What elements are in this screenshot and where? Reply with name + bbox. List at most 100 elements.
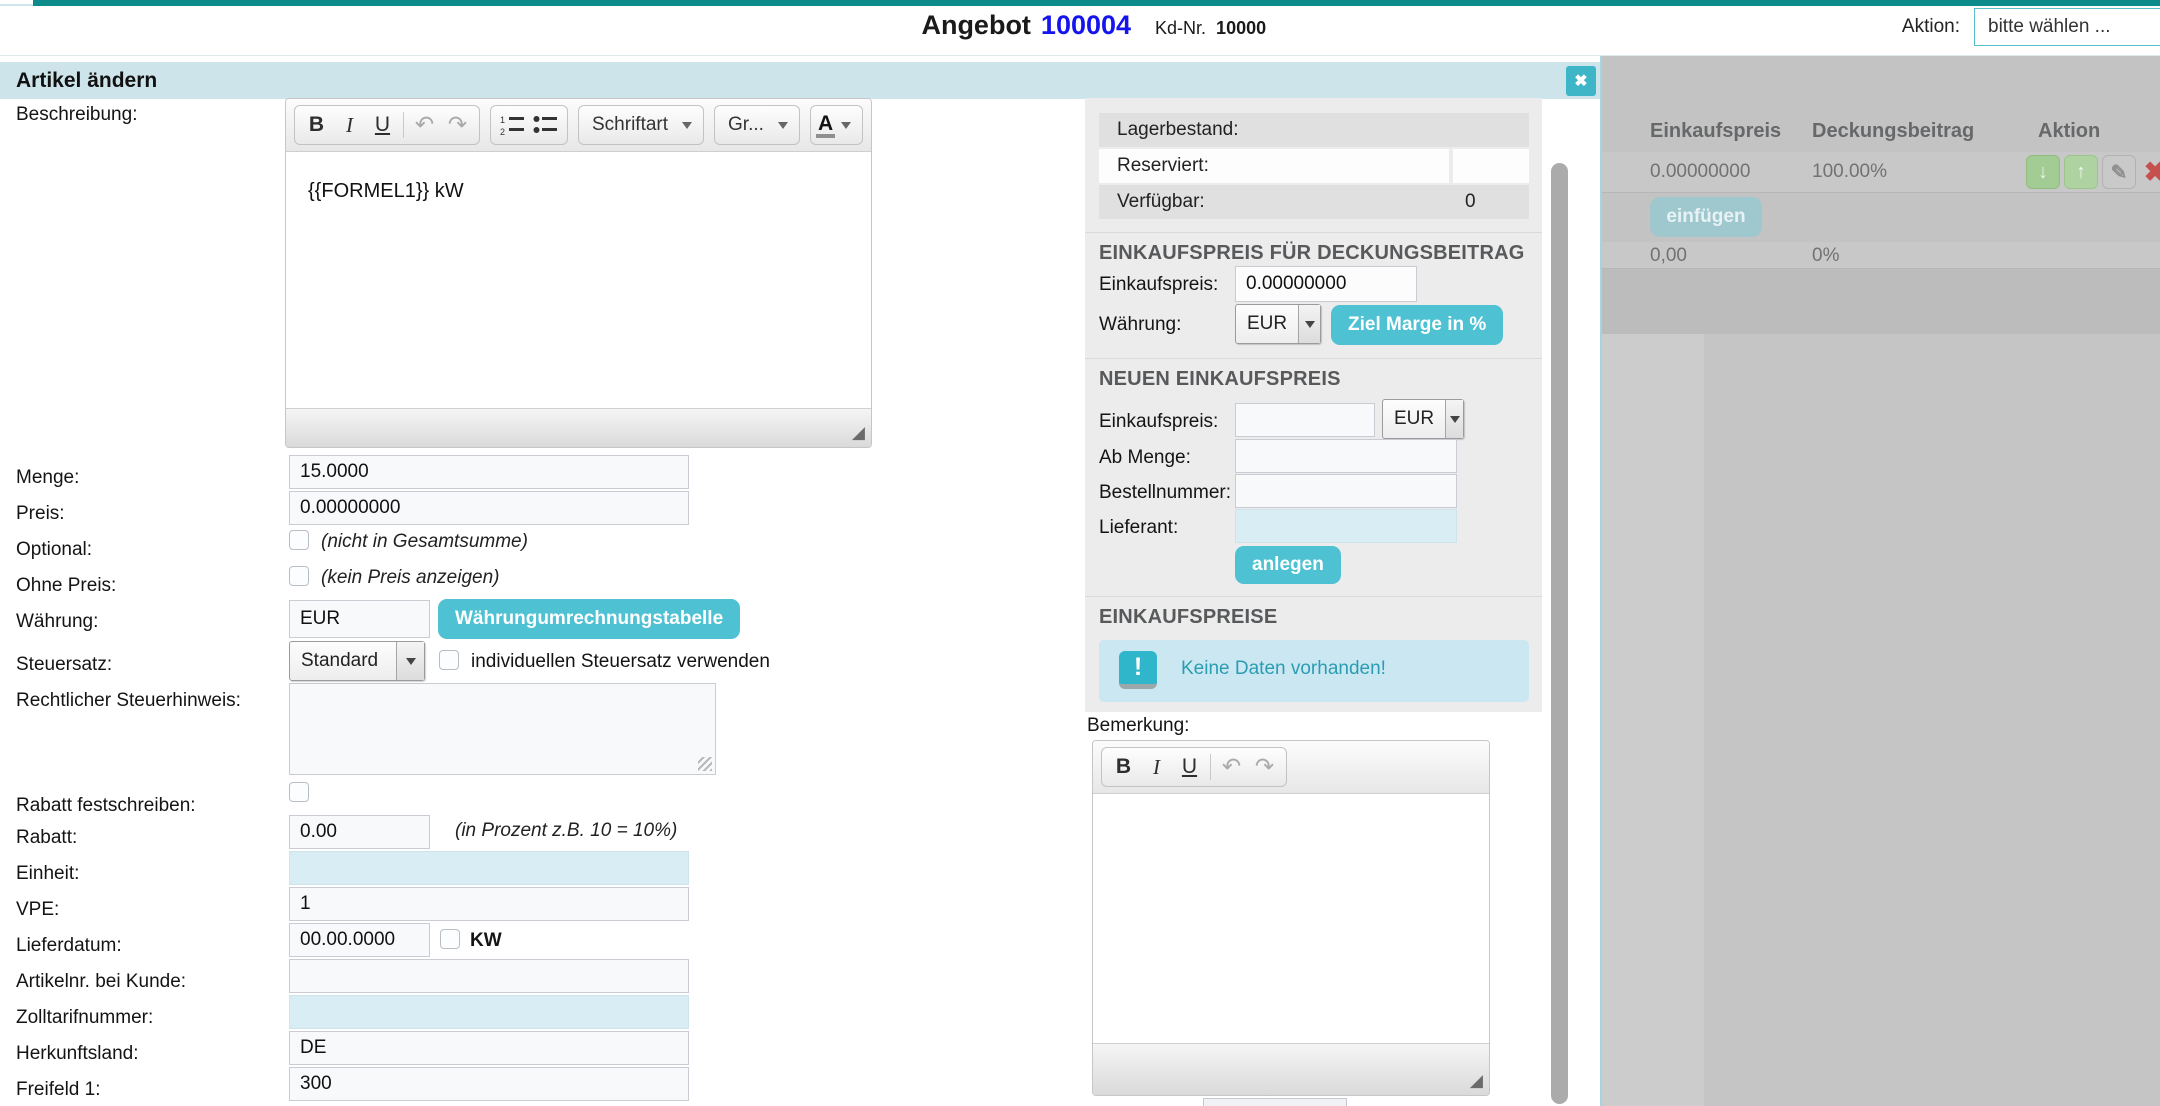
resize-handle-icon[interactable]: ◢	[852, 423, 865, 443]
resize-handle-icon[interactable]: ◢	[1470, 1071, 1483, 1091]
close-icon[interactable]: ✖	[1566, 66, 1596, 96]
action-select[interactable]: bitte wählen ...	[1974, 8, 2160, 46]
toolbar-separator	[1210, 754, 1211, 780]
zolltarif-input[interactable]	[289, 995, 689, 1029]
lieferdatum-label: Lieferdatum:	[16, 935, 122, 957]
verfuegbar-label: Verfügbar:	[1099, 185, 1449, 219]
bold-button[interactable]: B	[300, 108, 333, 142]
edit-icon[interactable]: ✎	[2102, 155, 2136, 189]
einfuegen-button[interactable]: einfügen	[1650, 197, 1762, 237]
font-family-dropdown[interactable]: Schriftart	[578, 105, 704, 145]
resize-handle-icon[interactable]	[698, 757, 712, 771]
steuersatz-label: Steuersatz:	[16, 654, 112, 676]
db-einkaufspreis-label: Einkaufspreis:	[1099, 274, 1218, 296]
chevron-down-icon	[396, 642, 424, 680]
font-color-dropdown[interactable]: A	[810, 105, 863, 145]
individueller-steuersatz-checkbox[interactable]	[439, 650, 459, 670]
ordered-list-icon[interactable]: 1 2	[496, 108, 529, 142]
font-color-icon: A	[816, 113, 835, 138]
herkunftsland-input[interactable]	[289, 1031, 689, 1065]
ab-menge-input[interactable]	[1235, 439, 1457, 473]
individueller-steuersatz-label: individuellen Steuersatz verwenden	[471, 651, 770, 673]
description-editor-content[interactable]: {{FORMEL1}} kW	[286, 152, 871, 410]
einheit-label: Einheit:	[16, 863, 79, 885]
waehrungstabelle-button[interactable]: Währungumrechnungstabelle	[438, 599, 740, 639]
col-einkaufspreis-header: Einkaufspreis	[1650, 120, 1781, 143]
bestellnummer-input[interactable]	[1235, 474, 1457, 508]
row2-deckungsbeitrag: 0%	[1812, 245, 1839, 267]
customer-number-value: 10000	[1216, 18, 1266, 39]
rabatt-input[interactable]	[289, 815, 430, 849]
font-family-label: Schriftart	[584, 114, 676, 136]
optional-checkbox[interactable]	[289, 530, 309, 550]
anlegen-button[interactable]: anlegen	[1235, 546, 1341, 584]
background-price-table: Einkaufspreis Deckungsbeitrag Aktion 0.0…	[1600, 56, 2160, 1106]
section-divider	[1085, 596, 1542, 597]
verfuegbar-value: 0	[1453, 185, 1529, 219]
doc-number-link[interactable]: 100004	[1041, 10, 1131, 41]
lieferdatum-input[interactable]	[289, 923, 430, 957]
freifeld1-label: Freifeld 1:	[16, 1079, 100, 1101]
panel-lower-left	[1602, 334, 1704, 1106]
np-einkaufspreis-label: Einkaufspreis:	[1099, 411, 1218, 433]
description-editor: B I U ↶ ↷ 1 2	[285, 98, 872, 448]
ohne-preis-label: Ohne Preis:	[16, 575, 116, 597]
rabatt-fest-checkbox[interactable]	[289, 782, 309, 802]
rabatt-hint: (in Prozent z.B. 10 = 10%)	[455, 820, 677, 842]
purchase-panel: Lagerbestand: Reserviert: Verfügbar: 0 E…	[1085, 98, 1542, 712]
np-einkaufspreis-input[interactable]	[1235, 403, 1375, 437]
reserviert-value	[1453, 149, 1529, 183]
underline-button[interactable]: U	[1173, 750, 1206, 784]
app-root: Angebot 100004 Kd-Nr. 10000 Aktion: bitt…	[0, 0, 2160, 1106]
italic-button[interactable]: I	[1140, 750, 1173, 784]
bemerkung-label: Bemerkung:	[1087, 715, 1189, 737]
vpe-input[interactable]	[289, 887, 689, 921]
move-up-icon[interactable]: ↑	[2064, 155, 2098, 189]
preis-input[interactable]	[289, 491, 689, 525]
italic-button[interactable]: I	[333, 108, 366, 142]
ab-menge-label: Ab Menge:	[1099, 447, 1191, 469]
delete-icon[interactable]: ✖	[2140, 155, 2160, 189]
waehrung-input[interactable]	[289, 600, 430, 638]
font-size-dropdown[interactable]: Gr...	[714, 105, 800, 145]
redo-icon[interactable]: ↷	[441, 108, 474, 142]
table-row: Reserviert:	[1099, 149, 1529, 183]
freifeld1-input[interactable]	[289, 1067, 689, 1101]
np-waehrung-value: EUR	[1383, 400, 1445, 438]
lieferant-input[interactable]	[1235, 509, 1457, 543]
section-divider	[1085, 358, 1542, 359]
redo-icon[interactable]: ↷	[1248, 750, 1281, 784]
panel-lower-right	[1704, 334, 2160, 1106]
db-einkaufspreis-input[interactable]	[1235, 266, 1417, 302]
bemerkung-editor-content[interactable]	[1093, 794, 1489, 1045]
top-accent-bar	[0, 0, 2160, 6]
underline-button[interactable]: U	[366, 108, 399, 142]
bestellnummer-label: Bestellnummer:	[1099, 482, 1231, 504]
svg-text:2: 2	[500, 127, 505, 136]
ziel-marge-button[interactable]: Ziel Marge in %	[1331, 305, 1503, 345]
ohne-preis-hint: (kein Preis anzeigen)	[321, 567, 499, 589]
description-editor-toolbar: B I U ↶ ↷ 1 2	[286, 99, 871, 152]
bullet-list-icon[interactable]	[529, 108, 562, 142]
bold-button[interactable]: B	[1107, 750, 1140, 784]
steuersatz-select[interactable]: Standard	[289, 641, 425, 681]
kw-checkbox[interactable]	[440, 929, 460, 949]
dialog-title: Artikel ändern	[16, 69, 157, 93]
chevron-down-icon	[778, 122, 788, 129]
menge-input[interactable]	[289, 455, 689, 489]
dialog-scrollbar[interactable]	[1551, 163, 1568, 1104]
ohne-preis-checkbox[interactable]	[289, 566, 309, 586]
no-data-message: Keine Daten vorhanden!	[1181, 658, 1386, 680]
np-waehrung-select[interactable]: EUR	[1382, 399, 1464, 439]
artikelnr-input[interactable]	[289, 959, 689, 993]
steuerhinweis-textarea[interactable]	[289, 683, 716, 775]
db-waehrung-select[interactable]: EUR	[1235, 304, 1321, 344]
lagerbestand-label: Lagerbestand:	[1099, 113, 1449, 147]
einheit-input[interactable]	[289, 851, 689, 885]
move-down-icon[interactable]: ↓	[2026, 155, 2060, 189]
undo-icon[interactable]: ↶	[1215, 750, 1248, 784]
doc-type-label: Angebot	[921, 10, 1030, 41]
section-divider	[1085, 232, 1542, 233]
undo-icon[interactable]: ↶	[408, 108, 441, 142]
col-aktion-header: Aktion	[2038, 120, 2100, 143]
